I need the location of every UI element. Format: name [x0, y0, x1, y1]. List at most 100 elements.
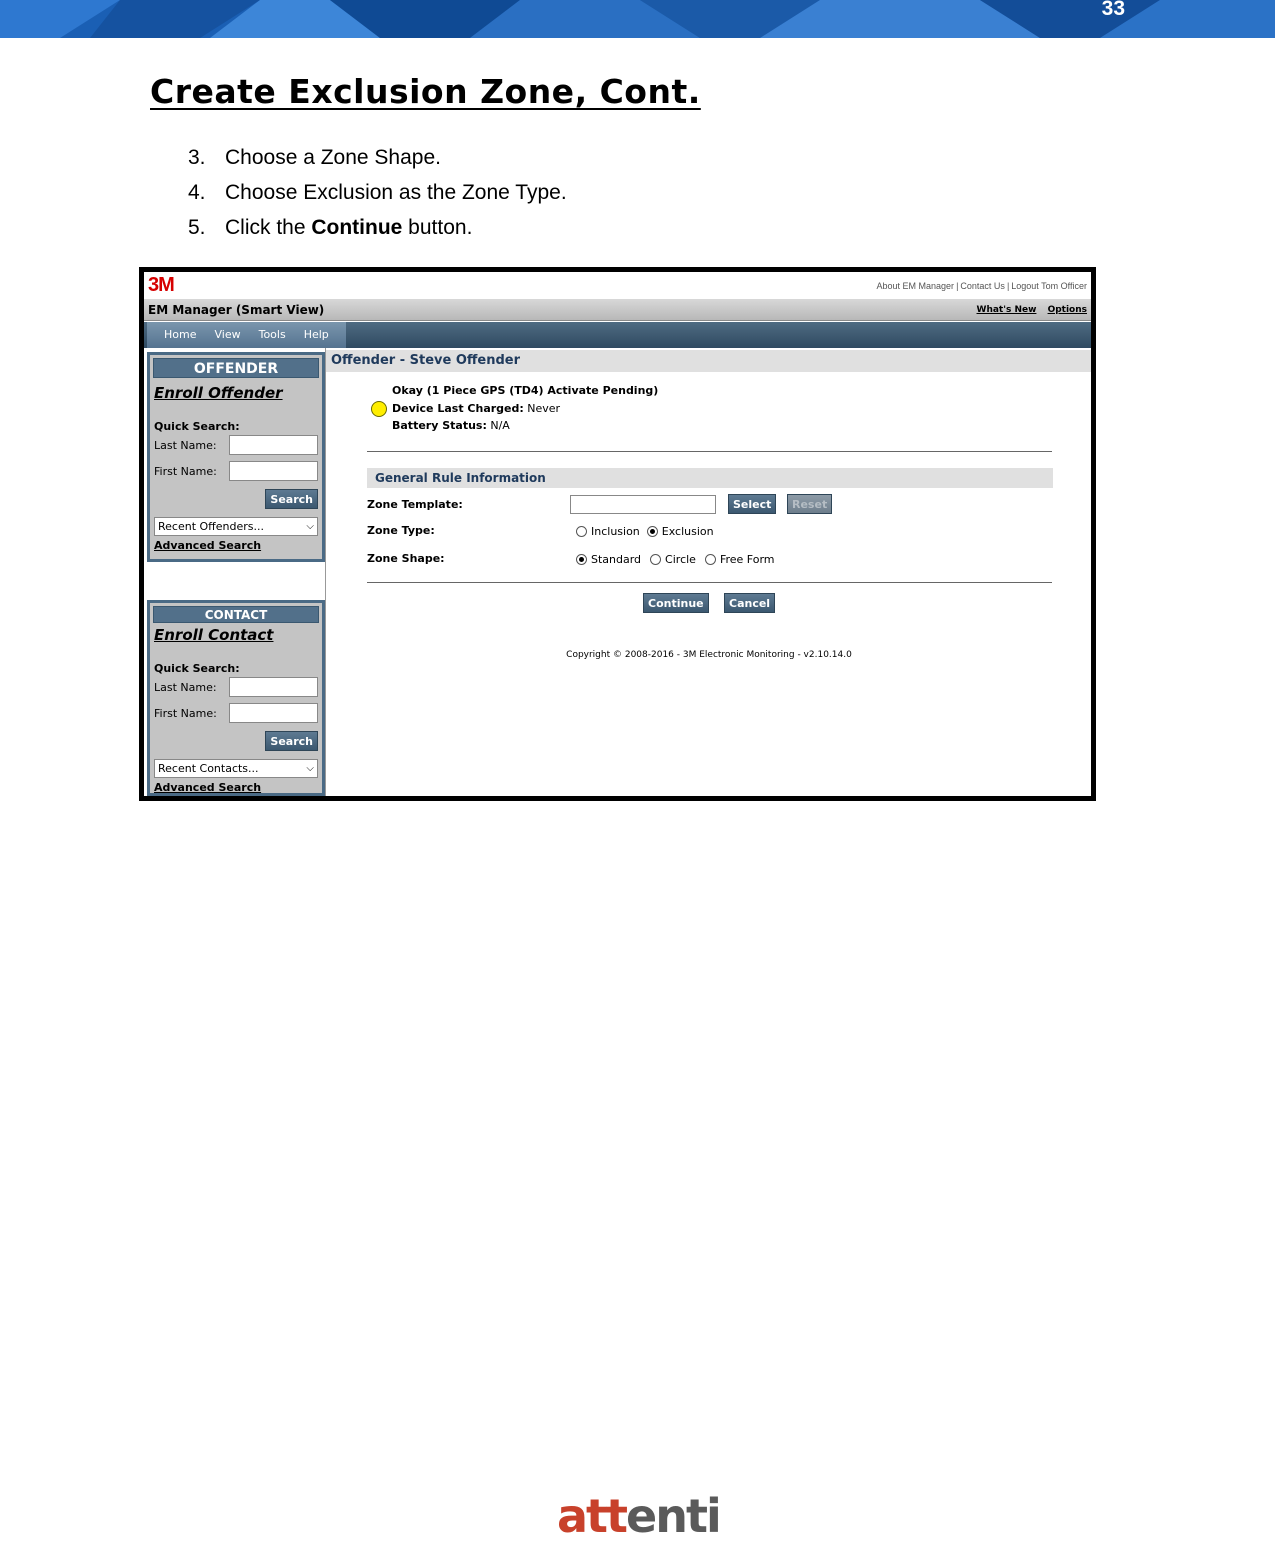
step-text-after: button.: [402, 216, 473, 239]
radio-label: Inclusion: [591, 525, 640, 538]
attenti-logo: attenti: [557, 1488, 722, 1544]
page-banner: [0, 0, 1275, 38]
last-charged-value: Never: [523, 402, 561, 415]
step-item: 4. Choose Exclusion as the Zone Type.: [188, 175, 567, 210]
step-item: 3. Choose a Zone Shape.: [188, 140, 567, 175]
offender-header: Offender - Steve Offender: [326, 350, 1091, 372]
offender-last-name-input[interactable]: [229, 435, 318, 455]
step-number: 5.: [188, 216, 206, 239]
brand-part-a: att: [557, 1489, 628, 1543]
continue-button[interactable]: Continue: [643, 593, 709, 613]
title-bar: EM Manager (Smart View) What's New Optio…: [144, 299, 1091, 321]
step-text-bold: Continue: [311, 216, 403, 239]
logout-link[interactable]: Logout Tom Officer: [1011, 281, 1087, 291]
offender-advanced-search-link[interactable]: Advanced Search: [154, 539, 322, 552]
first-name-label: First Name:: [154, 465, 217, 478]
divider: [367, 451, 1052, 452]
zone-shape-circle-radio[interactable]: Circle: [650, 553, 696, 566]
contact-last-name-input[interactable]: [229, 677, 318, 697]
first-name-row: First Name:: [154, 703, 318, 727]
contact-advanced-search-link[interactable]: Advanced Search: [154, 781, 322, 794]
last-charged: Device Last Charged: Never: [392, 402, 560, 415]
zone-shape-standard-radio[interactable]: Standard: [576, 553, 641, 566]
nav-menu: Home View Tools Help: [147, 322, 346, 348]
last-name-row: Last Name:: [154, 435, 318, 459]
offender-panel: OFFENDER Enroll Offender Quick Search: L…: [147, 352, 325, 562]
document-title: Create Exclusion Zone, Cont.: [150, 72, 701, 111]
step-number: 3.: [188, 146, 206, 169]
contact-panel-header: CONTACT: [153, 606, 319, 623]
radio-on-icon: [646, 526, 658, 537]
step-text: Click the Continue button.: [225, 210, 472, 245]
zone-shape-freeform-radio[interactable]: Free Form: [704, 553, 775, 566]
section-title: General Rule Information: [375, 471, 546, 485]
contact-search-button[interactable]: Search: [265, 731, 318, 751]
cancel-button[interactable]: Cancel: [724, 593, 776, 613]
nav-tools[interactable]: Tools: [250, 322, 295, 348]
radio-on-icon: [576, 554, 587, 565]
step-text: Choose a Zone Shape.: [225, 146, 441, 169]
last-charged-label: Device Last Charged:: [392, 402, 524, 415]
contact-first-name-input[interactable]: [229, 703, 318, 723]
recent-contacts-select[interactable]: Recent Contacts... ⌵: [154, 759, 318, 778]
enroll-contact-link[interactable]: Enroll Contact: [154, 626, 322, 644]
last-name-label: Last Name:: [154, 681, 217, 694]
recent-offenders-select[interactable]: Recent Offenders... ⌵: [154, 517, 318, 536]
radio-off-icon: [704, 554, 716, 565]
chevron-down-icon: ⌵: [306, 763, 314, 774]
zone-type-inclusion-radio[interactable]: Inclusion: [576, 525, 640, 538]
step-text: Choose Exclusion as the Zone Type.: [225, 181, 567, 204]
page-number: 33: [1101, 0, 1125, 20]
contact-panel: CONTACT Enroll Contact Quick Search: Las…: [147, 600, 325, 796]
radio-label: Standard: [591, 553, 642, 566]
zone-type-radios: Inclusion Exclusion: [576, 525, 723, 538]
nav-home[interactable]: Home: [155, 322, 205, 348]
radio-off-icon: [576, 526, 587, 537]
chevron-down-icon: ⌵: [306, 521, 314, 532]
offender-panel-header: OFFENDER: [153, 358, 319, 378]
radio-label: Circle: [665, 553, 696, 566]
search-button-row: Search: [154, 731, 318, 755]
device-status: Okay (1 Piece GPS (TD4) Activate Pending…: [392, 384, 659, 397]
radio-label: Free Form: [719, 553, 775, 566]
zone-template-label: Zone Template:: [367, 498, 463, 511]
banner-graphic: [0, 0, 1275, 38]
brand-part-b: enti: [626, 1489, 722, 1543]
3m-logo: 3M: [148, 274, 175, 296]
about-link[interactable]: About EM Manager: [877, 281, 955, 291]
offender-name: Offender - Steve Offender: [331, 353, 521, 368]
step-number: 4.: [188, 181, 206, 204]
top-links: About EM Manager | Contact Us | Logout Tom O…: [877, 281, 1087, 291]
app-title: EM Manager (Smart View): [148, 303, 325, 317]
zone-shape-radios: Standard Circle Free Form: [576, 553, 784, 566]
nav-help[interactable]: Help: [295, 322, 338, 348]
first-name-label: First Name:: [154, 707, 217, 720]
enroll-offender-link[interactable]: Enroll Offender: [154, 384, 322, 402]
last-name-label: Last Name:: [154, 439, 217, 452]
offender-search-button[interactable]: Search: [265, 489, 318, 509]
zone-shape-label: Zone Shape:: [367, 552, 445, 565]
contact-us-link[interactable]: Contact Us: [960, 281, 1005, 291]
radio-label: Exclusion: [661, 525, 714, 538]
instruction-steps: 3. Choose a Zone Shape. 4. Choose Exclus…: [188, 140, 567, 245]
select-button[interactable]: Select: [728, 494, 777, 514]
step-text-before: Click the: [225, 216, 312, 239]
whats-new-link[interactable]: What's New: [977, 305, 1037, 315]
quick-search-label: Quick Search:: [154, 662, 240, 675]
offender-first-name-input[interactable]: [229, 461, 318, 481]
screenshot-frame: 3M About EM Manager | Contact Us | Logout To…: [139, 267, 1096, 801]
step-item: 5. Click the Continue button.: [188, 210, 567, 245]
zone-type-exclusion-radio[interactable]: Exclusion: [646, 525, 714, 538]
last-name-row: Last Name:: [154, 677, 318, 701]
nav-view[interactable]: View: [205, 322, 249, 348]
separator: |: [956, 281, 959, 291]
zone-type-label: Zone Type:: [367, 524, 435, 537]
separator: |: [1006, 281, 1010, 291]
recent-offenders-value: Recent Offenders...: [158, 520, 264, 533]
general-rule-section-header: General Rule Information: [367, 468, 1053, 488]
options-link[interactable]: Options: [1048, 305, 1087, 315]
zone-template-input[interactable]: [570, 495, 716, 514]
recent-contacts-value: Recent Contacts...: [158, 762, 259, 775]
battery-status-label: Battery Status:: [392, 419, 487, 432]
reset-button[interactable]: Reset: [787, 494, 833, 514]
